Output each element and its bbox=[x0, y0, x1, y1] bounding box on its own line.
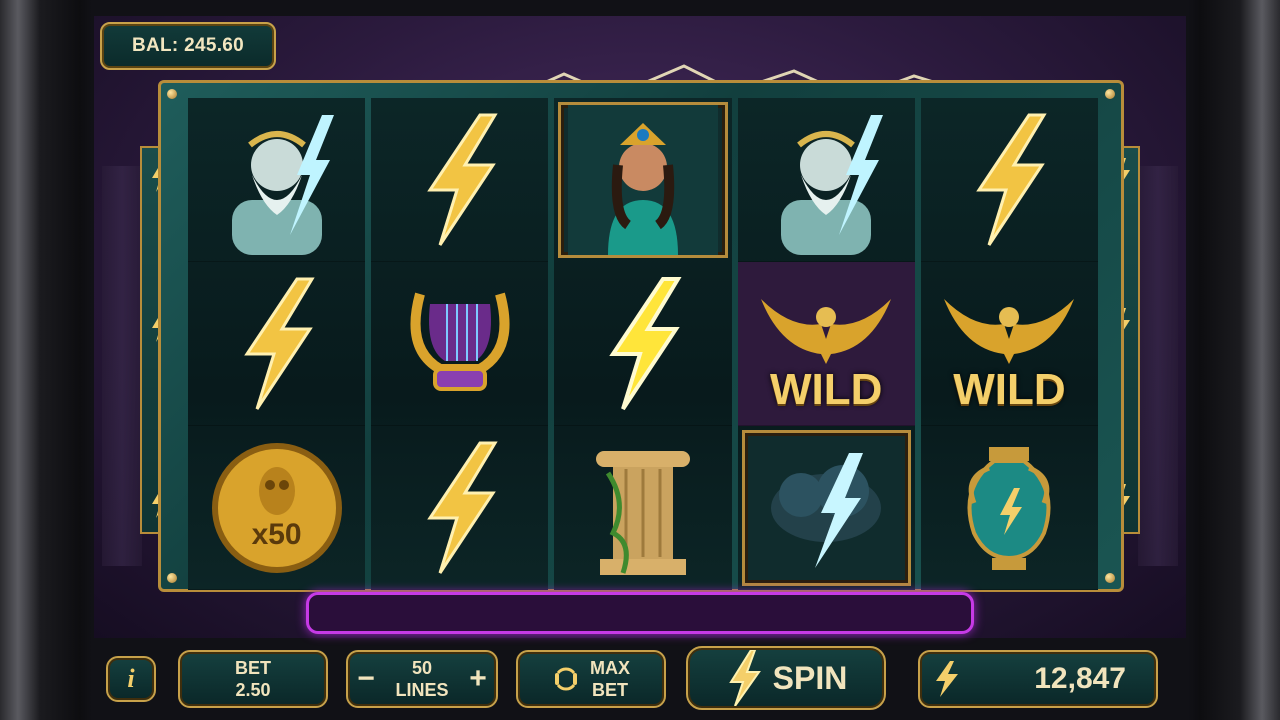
eagle-wild-symbol-icon: WILD bbox=[920, 262, 1098, 426]
lines-selector: − 50 LINES + bbox=[346, 650, 498, 708]
info-button[interactable]: i bbox=[106, 656, 156, 702]
lightning-bolt-bright-symbol-icon bbox=[554, 262, 732, 426]
wild-label: WILD bbox=[769, 365, 883, 414]
lines-minus-button[interactable]: − bbox=[348, 662, 384, 696]
balance-display: BAL: 245.60 bbox=[100, 22, 276, 70]
bet-display[interactable]: BET 2.50 bbox=[178, 650, 328, 708]
lightning-bolt-symbol-icon bbox=[920, 98, 1098, 262]
credits-display: 12,847 bbox=[918, 650, 1158, 708]
lines-plus-button[interactable]: + bbox=[460, 662, 496, 696]
autoplay-icon bbox=[555, 667, 577, 691]
reel-2 bbox=[371, 98, 549, 590]
reel-4: WILD bbox=[737, 98, 915, 590]
lightning-bolt-symbol-icon bbox=[371, 426, 549, 590]
storm-cloud-symbol-icon bbox=[741, 430, 911, 586]
zeus-symbol-icon bbox=[737, 98, 915, 262]
max-label: MAX bbox=[590, 658, 630, 678]
credits-value: 12,847 bbox=[1034, 662, 1126, 695]
max-bet-button[interactable]: MAX BET bbox=[516, 650, 666, 708]
bet-value: 2.50 bbox=[235, 680, 271, 700]
spin-label: SPIN bbox=[772, 659, 848, 696]
amphora-symbol-icon bbox=[920, 426, 1098, 590]
reel-grid: x50 WILD WILD bbox=[188, 98, 1098, 590]
temple-column-right bbox=[1138, 166, 1178, 566]
lines-label: LINES bbox=[395, 680, 449, 700]
temple-column-left bbox=[102, 166, 142, 566]
spin-button[interactable]: SPIN bbox=[686, 646, 886, 710]
goddess-portrait-symbol-icon bbox=[558, 102, 728, 258]
coin-multiplier: x50 bbox=[251, 518, 302, 551]
lightning-bolt-symbol-icon bbox=[188, 262, 366, 426]
balance-label: BAL: 245.60 bbox=[131, 35, 245, 56]
ionic-column-symbol-icon bbox=[554, 426, 732, 590]
lyre-symbol-icon bbox=[371, 262, 549, 426]
wild-label: WILD bbox=[953, 365, 1066, 414]
lines-value: 50 bbox=[411, 658, 433, 678]
max-bet-label: BET bbox=[592, 680, 628, 700]
control-panel: i BET 2.50 − 50 LINES + MAX BET SPIN 12,… bbox=[0, 640, 1280, 720]
lightning-bolt-icon bbox=[728, 650, 761, 706]
bet-label: BET bbox=[235, 658, 271, 678]
owl-coin-symbol-icon: x50 bbox=[188, 426, 366, 590]
bonus-progress-bar bbox=[306, 592, 974, 634]
lightning-bolt-symbol-icon bbox=[371, 98, 549, 262]
reel-3 bbox=[554, 98, 732, 590]
reel-5: WILD bbox=[920, 98, 1098, 590]
eagle-wild-symbol-icon: WILD bbox=[737, 262, 915, 426]
info-icon: i bbox=[127, 664, 135, 693]
lightning-bolt-icon bbox=[936, 661, 958, 697]
zeus-symbol-icon bbox=[188, 98, 366, 262]
reel-1: x50 bbox=[188, 98, 366, 590]
